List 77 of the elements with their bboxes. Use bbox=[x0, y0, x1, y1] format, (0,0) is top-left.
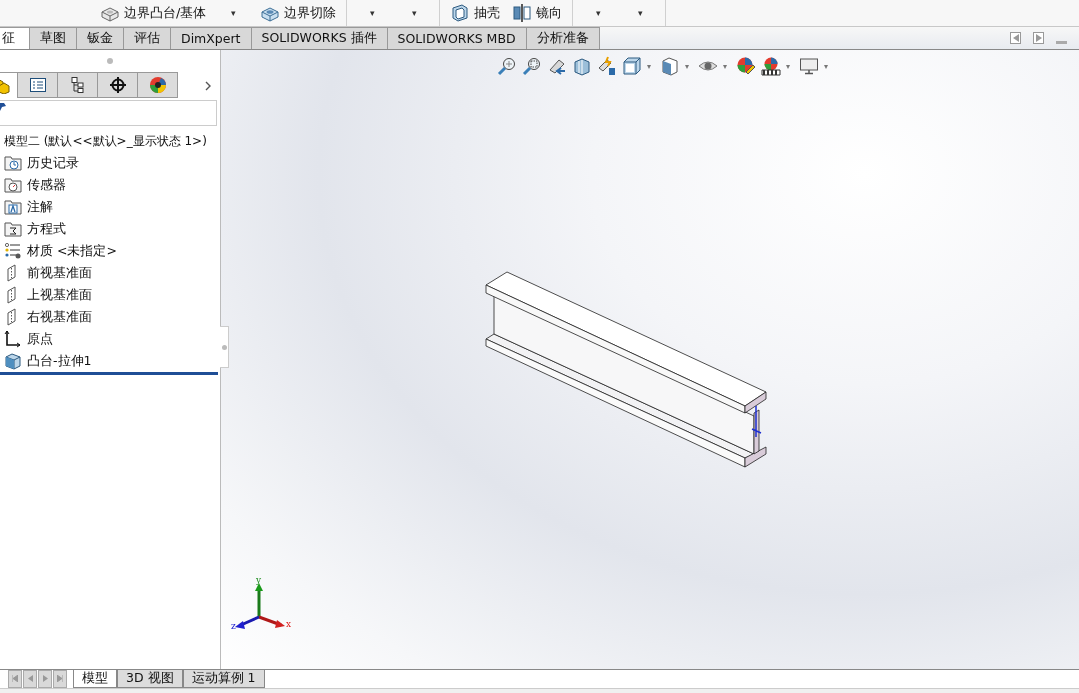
dropdown-caret[interactable]: ▾ bbox=[351, 1, 394, 25]
chevron-right-icon bbox=[205, 80, 211, 91]
origin-icon bbox=[4, 330, 22, 348]
first-arrow-icon bbox=[12, 675, 18, 682]
dropdown-caret[interactable]: ▾ bbox=[685, 61, 690, 71]
appearance-pencil-icon[interactable] bbox=[736, 56, 757, 76]
axis-label: z bbox=[231, 621, 236, 630]
tree-item[interactable]: 材质 <未指定> bbox=[27, 242, 117, 260]
sensor-folder-icon bbox=[4, 176, 22, 194]
panel-collapse-handle[interactable] bbox=[220, 326, 229, 368]
tree-root-item[interactable]: 模型二 (默认<<默认>_显示状态 1>) bbox=[4, 130, 220, 152]
monitor-icon[interactable] bbox=[799, 56, 820, 76]
command-tab[interactable]: SOLIDWORKS 插件 bbox=[251, 27, 388, 49]
dropdown-caret[interactable]: ▾ bbox=[619, 1, 662, 25]
dropdown-caret[interactable]: ▾ bbox=[786, 61, 791, 71]
command-tab[interactable]: DimXpert bbox=[171, 27, 252, 49]
next-window-button[interactable] bbox=[1033, 32, 1044, 44]
annotation-folder-icon bbox=[4, 198, 22, 216]
zoom-to-fit-icon[interactable] bbox=[497, 56, 517, 76]
tree-item[interactable]: 前视基准面 bbox=[27, 264, 92, 282]
right-arrow-icon bbox=[42, 675, 48, 682]
tree-item[interactable]: 凸台-拉伸1 bbox=[27, 352, 92, 370]
panel-tab[interactable] bbox=[138, 72, 178, 98]
tree-item[interactable]: 右视基准面 bbox=[27, 308, 92, 326]
toolbar-button[interactable]: 边界切除 bbox=[254, 1, 343, 25]
bottom-tab[interactable]: 模型 bbox=[73, 670, 117, 688]
bottom-tab[interactable]: 3D 视图 bbox=[117, 670, 183, 688]
display-style-cube-icon[interactable] bbox=[660, 56, 680, 76]
annotation-view-icon[interactable] bbox=[597, 56, 617, 76]
tree-item[interactable]: 历史记录 bbox=[27, 154, 79, 172]
tree-item[interactable]: 原点 bbox=[27, 330, 53, 348]
scene-icon[interactable] bbox=[761, 56, 782, 76]
command-tab[interactable]: 评估 bbox=[124, 27, 171, 49]
dropdown-caret[interactable]: ▾ bbox=[824, 61, 829, 71]
command-tab[interactable]: 草图 bbox=[30, 27, 77, 49]
tree-item[interactable]: 注解 bbox=[27, 198, 53, 216]
command-tab[interactable]: 钣金 bbox=[77, 27, 124, 49]
shell-feature-icon bbox=[450, 3, 471, 23]
extrude-feature-icon bbox=[4, 352, 22, 370]
property-list-icon bbox=[28, 76, 47, 94]
equation-folder-icon bbox=[4, 220, 22, 238]
previous-window-button[interactable] bbox=[1010, 32, 1021, 44]
last-arrow-icon bbox=[57, 675, 63, 682]
toolbar-button[interactable]: 抽壳 bbox=[444, 1, 507, 25]
panel-tab[interactable] bbox=[58, 72, 98, 98]
mirror-feature-icon bbox=[512, 3, 533, 23]
panel-tab[interactable] bbox=[98, 72, 138, 98]
tree-item[interactable]: 上视基准面 bbox=[27, 286, 92, 304]
view-orientation-cube-icon[interactable] bbox=[622, 56, 642, 76]
zoom-to-area-icon[interactable] bbox=[522, 56, 542, 76]
dropdown-caret[interactable]: ▾ bbox=[212, 1, 255, 25]
tree-item[interactable]: 传感器 bbox=[27, 176, 66, 194]
history-folder-icon bbox=[4, 154, 22, 172]
cubes-icon bbox=[0, 77, 10, 94]
toolbar-button[interactable]: 镜向 bbox=[506, 1, 569, 25]
dropdown-caret[interactable]: ▾ bbox=[723, 61, 728, 71]
configuration-tree-icon bbox=[68, 76, 87, 94]
color-ball-icon bbox=[148, 76, 167, 94]
tree-item[interactable]: 方程式 bbox=[27, 220, 66, 238]
dropdown-caret[interactable]: ▾ bbox=[577, 1, 620, 25]
panel-grip[interactable] bbox=[107, 58, 113, 64]
panel-tab[interactable] bbox=[18, 72, 58, 98]
axis-triad-drawing bbox=[235, 583, 285, 629]
axis-label: y bbox=[256, 575, 262, 585]
material-icon bbox=[4, 242, 22, 260]
bottom-tab[interactable]: 运动算例 1 bbox=[182, 670, 265, 688]
toolbar-button[interactable]: 边界凸台/基体 bbox=[94, 1, 213, 25]
dropdown-caret[interactable]: ▾ bbox=[393, 1, 436, 25]
command-tab[interactable]: 征 bbox=[0, 27, 30, 49]
command-tab[interactable]: SOLIDWORKS MBD bbox=[387, 27, 527, 49]
dropdown-caret[interactable]: ▾ bbox=[647, 61, 651, 71]
section-view-icon[interactable] bbox=[572, 56, 592, 76]
command-tab[interactable]: 分析准备 bbox=[526, 27, 600, 49]
left-arrow-icon bbox=[27, 675, 33, 682]
filter-field[interactable] bbox=[0, 100, 217, 126]
crosshair-icon bbox=[108, 76, 127, 94]
axis-label: x bbox=[286, 619, 292, 629]
